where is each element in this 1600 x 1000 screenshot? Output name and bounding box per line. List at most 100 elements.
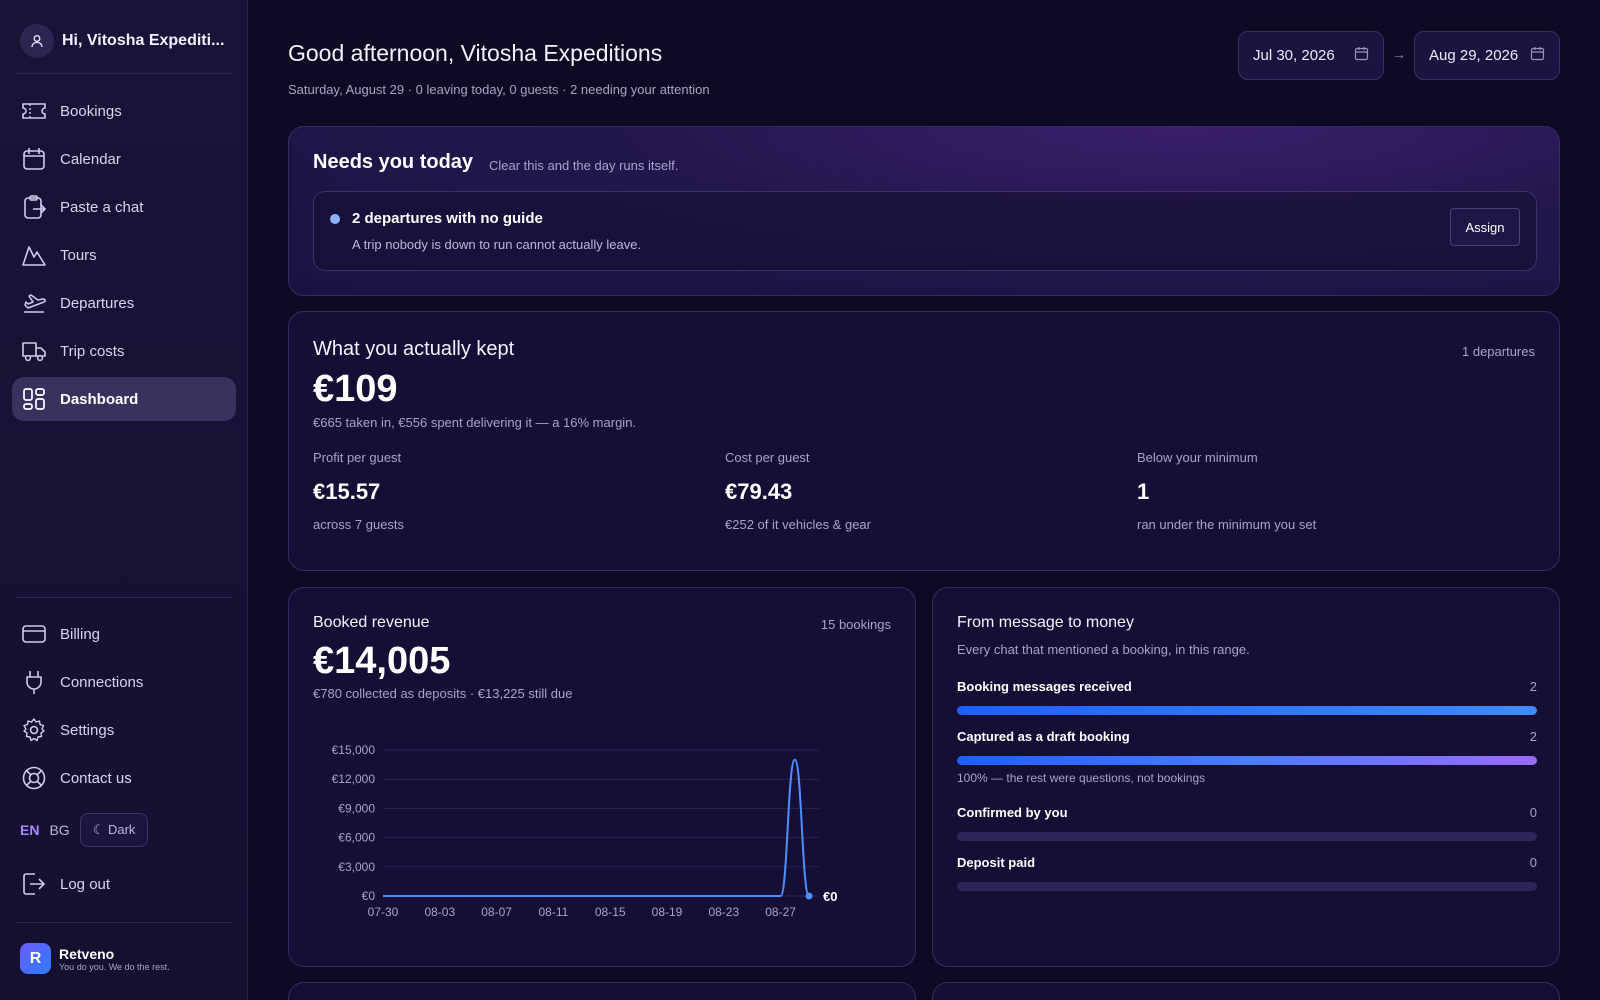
funnel-row-confirmed: Confirmed by you 0 [957, 805, 1537, 841]
user-greeting: Hi, Vitosha Expediti... [62, 32, 225, 49]
funnel-title: From message to money [957, 614, 1134, 631]
user-menu[interactable]: Hi, Vitosha Expediti... [20, 24, 224, 58]
needs-title: Needs you today [313, 151, 474, 173]
funnel-track [957, 832, 1537, 841]
sidebar-item-trip-costs[interactable]: Trip costs [12, 329, 236, 373]
end-value-label: €0 [823, 889, 837, 904]
funnel-row-label: Captured as a draft booking [957, 729, 1130, 744]
stat-cost-per-guest: Cost per guest €79.43 €252 of it vehicle… [725, 450, 1105, 532]
sidebar-item-label: Bookings [60, 102, 122, 120]
theme-toggle-button[interactable]: ☾ Dark [79, 813, 149, 847]
clipboard-icon [20, 193, 48, 221]
revenue-bookings-count: 15 bookings [820, 617, 891, 632]
revenue-chart: €15,000 €12,000 €9,000 €6,000 €3,000 €0 07-30 0… [332, 743, 838, 919]
funnel-row-value: 2 [1529, 679, 1537, 694]
sidebar-item-billing[interactable]: Billing [12, 612, 236, 656]
series-line [383, 758, 810, 897]
plane-departure-icon [20, 289, 48, 317]
funnel-row-deposit: Deposit paid 0 [957, 855, 1537, 891]
sidebar: Hi, Vitosha Expediti... Bookings Calenda… [0, 0, 248, 1000]
ticket-icon [20, 97, 48, 125]
sidebar-item-settings[interactable]: Settings [12, 708, 236, 752]
stat-note: across 7 guests [313, 517, 405, 532]
next-card-right [932, 982, 1560, 1000]
kept-departures-count: 1 departures [1462, 344, 1535, 359]
sidebar-item-tours[interactable]: Tours [12, 233, 236, 277]
funnel-conversion-note: 100% — the rest were questions, not book… [957, 771, 1206, 785]
x-tick-label: 08-15 [595, 905, 626, 919]
date-to-picker[interactable]: Aug 29, 2026 [1414, 31, 1560, 80]
stat-note: ran under the minimum you set [1137, 517, 1317, 532]
brand-tagline: You do you. We do the rest. [59, 961, 170, 972]
mountain-icon [20, 241, 48, 269]
revenue-note: €780 collected as deposits · €13,225 sti… [313, 686, 573, 701]
sidebar-item-paste-chat[interactable]: Paste a chat [12, 185, 236, 229]
credit-card-icon [20, 620, 48, 648]
sidebar-item-dashboard[interactable]: Dashboard [12, 377, 236, 421]
y-tick-label: €3,000 [338, 860, 375, 874]
user-icon [20, 24, 54, 58]
logout-label: Log out [60, 875, 111, 893]
sidebar-divider [16, 922, 232, 923]
funnel-subtitle: Every chat that mentioned a booking, in … [957, 642, 1250, 657]
funnel-fill [957, 756, 1537, 765]
logout-nav: Log out [12, 862, 236, 910]
logout-icon [20, 870, 48, 898]
x-tick-label: 08-23 [708, 905, 739, 919]
page-subtitle: Saturday, August 29 · 0 leaving today, 0… [288, 82, 710, 97]
x-tick-label: 08-07 [481, 905, 512, 919]
sidebar-item-label: Tours [60, 246, 97, 264]
funnel-row-value: 2 [1529, 729, 1537, 744]
funnel-track [957, 882, 1537, 891]
sidebar-item-label: Connections [60, 673, 144, 691]
funnel-track [957, 706, 1537, 715]
dashboard-icon [20, 385, 48, 413]
sidebar-item-label: Departures [60, 294, 135, 312]
secondary-nav: Billing Connections Settings Contact us [12, 612, 236, 804]
x-tick-label: 08-03 [424, 905, 455, 919]
funnel-row-received: Booking messages received 2 [957, 679, 1537, 715]
sidebar-divider [16, 597, 232, 598]
needs-item: 2 departures with no guide A trip nobody… [313, 191, 1537, 271]
page-title: Good afternoon, Vitosha Expeditions [288, 40, 663, 66]
main-nav: Bookings Calendar Paste a chat Tours Dep… [12, 89, 236, 425]
sidebar-item-departures[interactable]: Departures [12, 281, 236, 325]
sidebar-item-bookings[interactable]: Bookings [12, 89, 236, 133]
truck-icon [20, 337, 48, 365]
stat-below-minimum: Below your minimum 1 ran under the minim… [1137, 450, 1517, 532]
revenue-amount: €14,005 [313, 640, 451, 682]
sidebar-item-label: Contact us [60, 769, 132, 787]
language-theme-row: EN BG ☾ Dark [20, 813, 149, 847]
y-tick-label: €15,000 [332, 743, 376, 757]
plug-icon [20, 668, 48, 696]
revenue-title: Booked revenue [313, 614, 430, 631]
sidebar-item-label: Settings [60, 721, 115, 739]
date-to-value: Aug 29, 2026 [1429, 47, 1519, 64]
needs-item-desc: A trip nobody is down to run cannot actu… [352, 237, 642, 252]
sidebar-item-calendar[interactable]: Calendar [12, 137, 236, 181]
booked-revenue-card: Booked revenue 15 bookings €14,005 €780 … [288, 587, 916, 967]
funnel-row-label: Confirmed by you [957, 805, 1068, 820]
sidebar-item-contact[interactable]: Contact us [12, 756, 236, 800]
stat-value: 1 [1137, 479, 1150, 504]
gear-icon [20, 716, 48, 744]
sidebar-item-label: Paste a chat [60, 198, 144, 216]
end-point [805, 892, 813, 900]
stat-note: €252 of it vehicles & gear [725, 517, 871, 532]
assign-button[interactable]: Assign [1450, 208, 1520, 246]
funnel-row-value: 0 [1529, 855, 1537, 870]
sidebar-item-connections[interactable]: Connections [12, 660, 236, 704]
needs-today-card: Needs you today Clear this and the day r… [288, 126, 1560, 296]
kept-title: What you actually kept [313, 338, 515, 360]
lang-en-button[interactable]: EN [20, 822, 39, 838]
status-dot [330, 214, 340, 224]
brand: R Retveno You do you. We do the rest. [20, 943, 170, 974]
date-from-picker[interactable]: Jul 30, 2026 [1238, 31, 1384, 80]
x-tick-label: 08-27 [765, 905, 796, 919]
needs-subtitle: Clear this and the day runs itself. [489, 158, 679, 173]
lang-bg-button[interactable]: BG [49, 822, 69, 838]
needs-item-title: 2 departures with no guide [352, 210, 543, 227]
message-funnel-card: From message to money Every chat that me… [932, 587, 1560, 967]
date-range-arrow: → [1392, 46, 1406, 62]
logout-button[interactable]: Log out [12, 862, 236, 906]
